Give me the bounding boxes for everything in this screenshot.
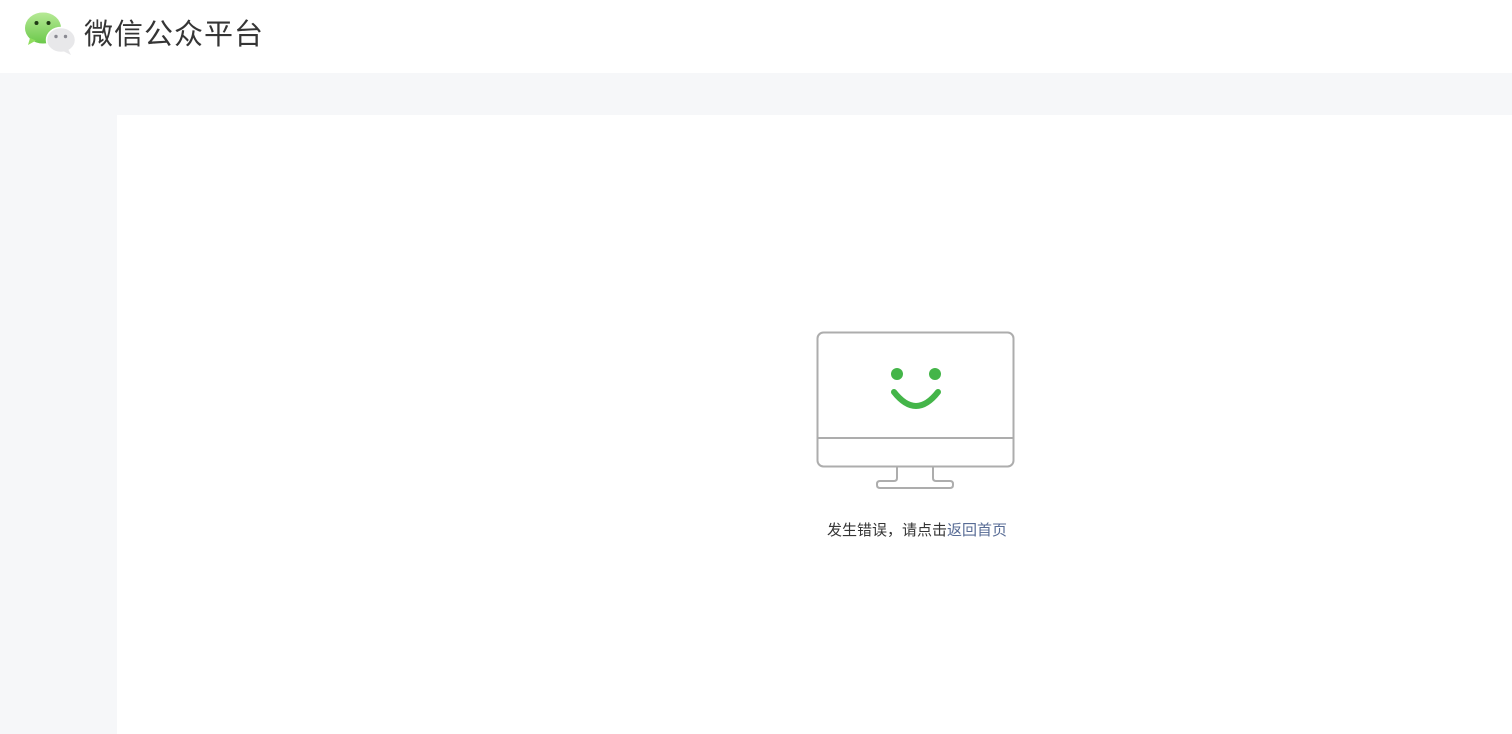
wechat-logo-icon — [25, 12, 76, 55]
return-home-link[interactable]: 返回首页 — [947, 521, 1007, 539]
main-content-card: 发生错误，请点击返回首页 — [117, 115, 1512, 734]
smiling-monitor-icon — [816, 331, 1015, 489]
error-text: 发生错误，请点击 — [826, 521, 947, 539]
top-header: 微信公众平台 — [0, 0, 1512, 73]
logo-link[interactable]: 微信公众平台 — [24, 12, 264, 56]
site-title: 微信公众平台 — [84, 17, 265, 51]
error-message: 发生错误，请点击返回首页 — [717, 519, 1117, 541]
